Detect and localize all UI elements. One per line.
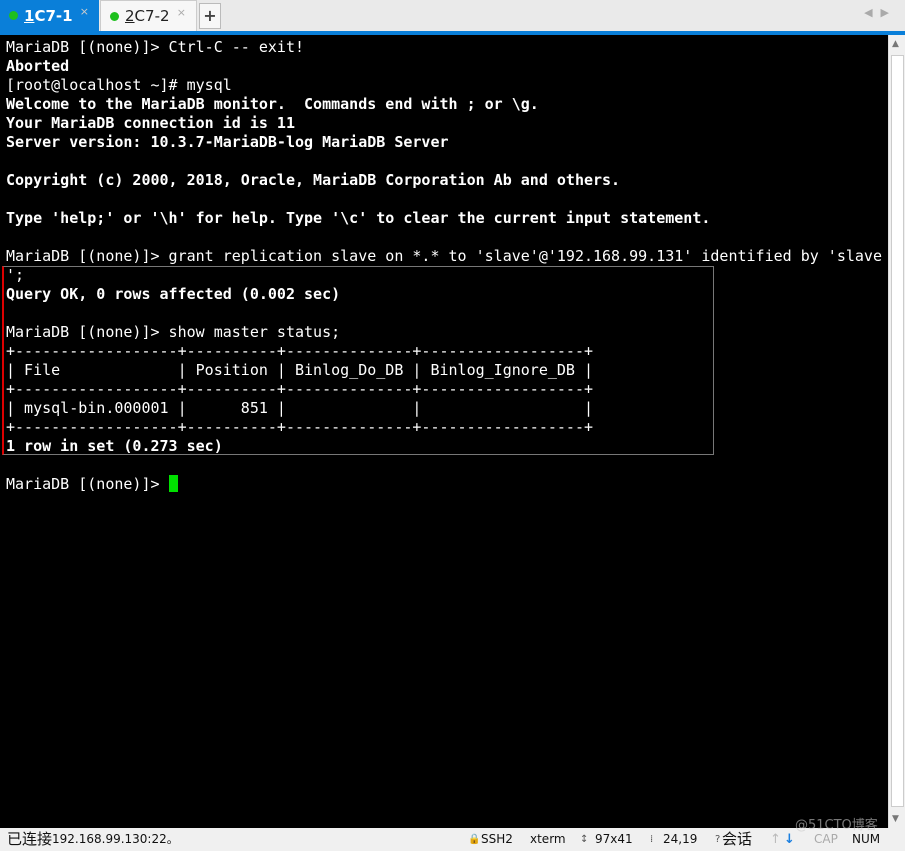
connected-dot-icon	[9, 11, 18, 20]
lock-icon: 🔒	[468, 834, 481, 845]
terminal-line: Query OK, 0 rows affected (0.002 sec)	[6, 285, 341, 303]
watermark: @51CTO博客	[795, 818, 878, 833]
connection-status: 已连接	[7, 830, 53, 848]
terminal-line: Type 'help;' or '\h' for help. Type '\c'…	[6, 209, 711, 227]
terminal-line: Welcome to the MariaDB monitor. Commands…	[6, 95, 539, 113]
tab-label: C7-1	[34, 6, 73, 25]
download-arrow-icon: ↓	[784, 832, 795, 847]
upload-arrow-icon: ↑	[770, 832, 781, 847]
scrollbar-thumb[interactable]	[891, 55, 904, 807]
terminal-line: MariaDB [(none)]> show master status;	[6, 323, 341, 341]
terminal[interactable]: MariaDB [(none)]> Ctrl-C -- exit! Aborted…	[0, 35, 888, 828]
terminal-type: xterm	[530, 832, 566, 846]
cursor-position: 24,19	[663, 832, 698, 846]
close-icon[interactable]: ×	[177, 6, 186, 19]
terminal-line: +------------------+----------+---------…	[6, 418, 593, 436]
prompt-line: MariaDB [(none)]>	[6, 475, 888, 494]
terminal-line: Your MariaDB connection id is 11	[6, 114, 295, 132]
terminal-line: ';	[6, 266, 25, 284]
status-bar: 已连接 192.168.99.130:22。 🔒 SSH2 xterm ↕ 97…	[0, 818, 905, 851]
terminal-line: Aborted	[6, 57, 70, 75]
terminal-line: 1 row in set (0.273 sec)	[6, 437, 223, 455]
terminal-line: +------------------+----------+---------…	[6, 342, 593, 360]
terminal-line: | mysql-bin.000001 | 851 | | |	[6, 399, 593, 417]
tab-bar: 1 C7-1 × 2 C7-2 × + ◀▶	[0, 0, 905, 31]
new-tab-button[interactable]: +	[199, 3, 221, 29]
tab-c7-2[interactable]: 2 C7-2 ×	[100, 0, 197, 31]
terminal-line: Server version: 10.3.7-MariaDB-log Maria…	[6, 133, 449, 151]
terminal-line: Copyright (c) 2000, 2018, Oracle, MariaD…	[6, 171, 621, 189]
terminal-line: | File | Position | Binlog_Do_DB | Binlo…	[6, 361, 593, 379]
scroll-down-icon[interactable]: ▼	[892, 814, 899, 824]
terminal-line: +------------------+----------+---------…	[6, 380, 593, 398]
cursor	[168, 475, 178, 492]
sessions-label[interactable]: 会话	[722, 828, 752, 851]
terminal-size: 97x41	[595, 832, 633, 846]
scroll-up-icon[interactable]: ▲	[892, 39, 899, 49]
tab-label: C7-2	[134, 7, 170, 25]
close-icon[interactable]: ×	[80, 5, 89, 18]
terminal-line: MariaDB [(none)]> Ctrl-C -- exit!	[6, 38, 305, 56]
cursor-pos-icon: ⁞	[650, 834, 654, 845]
session-icon: ?	[715, 834, 721, 845]
tab-scroll-arrows-icon[interactable]: ◀▶	[864, 6, 897, 19]
host-address: 192.168.99.130:22。	[52, 832, 179, 846]
protocol: SSH2	[481, 832, 513, 846]
terminal-line: [root@localhost ~]# mysql	[6, 76, 232, 94]
scrollbar[interactable]: ▲ ▼	[888, 35, 905, 828]
tab-number: 2	[125, 7, 135, 25]
tab-number: 1	[24, 6, 35, 25]
prompt: MariaDB [(none)]>	[6, 475, 169, 493]
terminal-line: MariaDB [(none)]> grant replication slav…	[6, 247, 882, 265]
resize-icon: ↕	[580, 834, 589, 845]
connected-dot-icon	[110, 11, 119, 21]
tab-c7-1[interactable]: 1 C7-1 ×	[0, 0, 99, 31]
